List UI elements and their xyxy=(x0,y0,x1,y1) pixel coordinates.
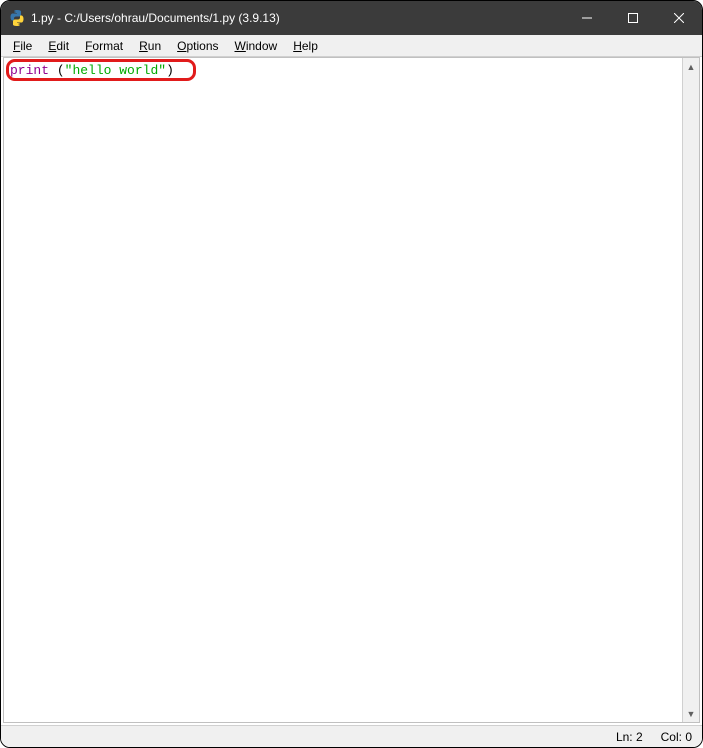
token-lparen: ( xyxy=(57,63,65,78)
window-title: 1.py - C:/Users/ohrau/Documents/1.py (3.… xyxy=(31,11,564,25)
token-builtin: print xyxy=(10,63,49,78)
minimize-button[interactable] xyxy=(564,1,610,35)
menu-options[interactable]: Options xyxy=(169,37,226,55)
code-editor[interactable]: print ("hello world") xyxy=(4,58,682,722)
status-line: Ln: 2 xyxy=(612,730,647,744)
vertical-scrollbar[interactable]: ▲ ▼ xyxy=(682,58,699,722)
status-col: Col: 0 xyxy=(657,730,696,744)
close-button[interactable] xyxy=(656,1,702,35)
menu-format[interactable]: Format xyxy=(77,37,131,55)
menu-file[interactable]: File xyxy=(5,37,40,55)
menu-run[interactable]: Run xyxy=(131,37,169,55)
window-controls xyxy=(564,1,702,35)
token-rparen: ) xyxy=(166,63,174,78)
menubar: File Edit Format Run Options Window Help xyxy=(1,35,702,57)
code-line-1: print ("hello world") xyxy=(10,62,676,79)
statusbar: Ln: 2 Col: 0 xyxy=(1,725,702,747)
token-string: "hello world" xyxy=(65,63,166,78)
menu-help[interactable]: Help xyxy=(285,37,326,55)
scroll-down-arrow-icon[interactable]: ▼ xyxy=(683,705,699,722)
editor-container: print ("hello world") ▲ ▼ xyxy=(3,57,700,723)
titlebar[interactable]: 1.py - C:/Users/ohrau/Documents/1.py (3.… xyxy=(1,1,702,35)
menu-window[interactable]: Window xyxy=(227,37,286,55)
python-icon xyxy=(9,10,25,26)
scroll-up-arrow-icon[interactable]: ▲ xyxy=(683,58,699,75)
idle-editor-window: 1.py - C:/Users/ohrau/Documents/1.py (3.… xyxy=(0,0,703,748)
token-space xyxy=(49,63,57,78)
maximize-button[interactable] xyxy=(610,1,656,35)
menu-edit[interactable]: Edit xyxy=(40,37,77,55)
